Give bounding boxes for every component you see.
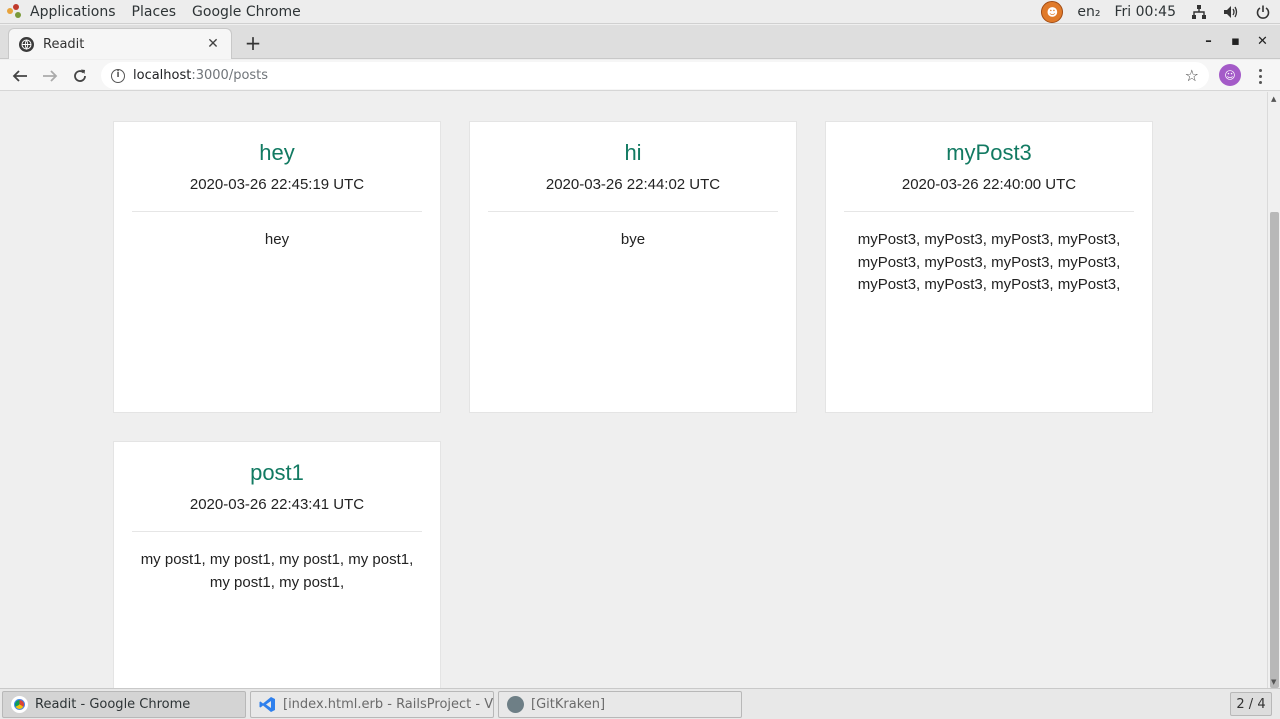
post-body: hey bbox=[264, 231, 290, 248]
workspace-switcher[interactable]: 2 / 4 bbox=[1230, 692, 1272, 716]
clock[interactable]: Fri 00:45 bbox=[1115, 4, 1176, 20]
post-divider bbox=[844, 211, 1134, 212]
post-date: 2020-03-26 22:43:41 UTC bbox=[189, 496, 365, 513]
scroll-down-icon[interactable]: ▼ bbox=[1271, 678, 1276, 686]
language-indicator[interactable]: en₂ bbox=[1077, 4, 1100, 20]
post-card: hey 2020-03-26 22:45:19 UTC hey bbox=[113, 121, 441, 413]
post-title[interactable]: myPost3 bbox=[826, 140, 1152, 166]
taskbar-label: [index.html.erb - RailsProject - Visual.… bbox=[283, 697, 493, 712]
power-icon[interactable] bbox=[1254, 3, 1272, 21]
reload-icon[interactable] bbox=[68, 64, 92, 88]
taskbar-item-vscode[interactable]: [index.html.erb - RailsProject - Visual.… bbox=[250, 691, 494, 718]
places-menu[interactable]: Places bbox=[124, 0, 185, 24]
forward-arrow-icon[interactable] bbox=[38, 64, 62, 88]
post-date: 2020-03-26 22:44:02 UTC bbox=[545, 176, 721, 193]
gnome-top-bar: Applications Places Google Chrome ☻ en₂ … bbox=[0, 0, 1280, 24]
favicon-globe-icon bbox=[19, 36, 34, 52]
applications-icon bbox=[6, 3, 24, 21]
post-date: 2020-03-26 22:40:00 UTC bbox=[901, 176, 1077, 193]
minimize-icon[interactable]: – bbox=[1195, 30, 1222, 52]
scrollbar-thumb[interactable] bbox=[1270, 212, 1279, 688]
post-body: bye bbox=[620, 231, 646, 248]
post-card: post1 2020-03-26 22:43:41 UTC my post1, … bbox=[113, 441, 441, 688]
tab-readit[interactable]: Readit ✕ bbox=[8, 28, 232, 59]
bookmark-star-icon[interactable]: ☆ bbox=[1185, 66, 1199, 85]
taskbar-label: Readit - Google Chrome bbox=[35, 697, 191, 712]
post-card: myPost3 2020-03-26 22:40:00 UTC myPost3,… bbox=[825, 121, 1153, 413]
post-card: hi 2020-03-26 22:44:02 UTC bye bbox=[469, 121, 797, 413]
taskbar-label: [GitKraken] bbox=[531, 697, 606, 712]
post-body: my post1, my post1, my post1, my post1, … bbox=[140, 551, 414, 591]
vscode-icon bbox=[259, 696, 276, 713]
post-divider bbox=[132, 211, 422, 212]
post-divider bbox=[488, 211, 778, 212]
volume-icon[interactable] bbox=[1222, 3, 1240, 21]
post-date: 2020-03-26 22:45:19 UTC bbox=[189, 176, 365, 193]
tab-title: Readit bbox=[43, 36, 85, 52]
address-bar[interactable]: i localhost:3000/posts ☆ bbox=[101, 62, 1209, 89]
post-title[interactable]: post1 bbox=[114, 460, 440, 486]
browser-toolbar: i localhost:3000/posts ☆ ☺ bbox=[0, 60, 1280, 91]
taskbar-item-gitkraken[interactable]: [GitKraken] bbox=[498, 691, 742, 718]
new-tab-button[interactable]: + bbox=[243, 33, 263, 53]
post-title[interactable]: hey bbox=[114, 140, 440, 166]
vertical-scrollbar[interactable]: ▲ ▼ bbox=[1267, 92, 1280, 688]
window-list-taskbar: Readit - Google Chrome [index.html.erb -… bbox=[0, 688, 1280, 719]
taskbar-item-chrome[interactable]: Readit - Google Chrome bbox=[2, 691, 246, 718]
url-host: localhost bbox=[133, 68, 192, 83]
applications-menu[interactable]: Applications bbox=[0, 0, 124, 24]
browser-tab-strip: Readit ✕ + bbox=[0, 25, 1280, 59]
back-arrow-icon[interactable] bbox=[8, 64, 32, 88]
chrome-icon bbox=[11, 696, 28, 713]
window-controls: – ▪ ✕ bbox=[1195, 30, 1276, 52]
profile-avatar-icon[interactable]: ☺ bbox=[1219, 64, 1241, 86]
page-viewport: hey 2020-03-26 22:45:19 UTC hey hi 2020-… bbox=[0, 92, 1267, 688]
url-path: :3000/posts bbox=[191, 68, 269, 83]
close-window-icon[interactable]: ✕ bbox=[1249, 30, 1276, 52]
active-app-menu[interactable]: Google Chrome bbox=[184, 0, 309, 24]
maximize-icon[interactable]: ▪ bbox=[1222, 30, 1249, 52]
network-icon[interactable] bbox=[1190, 3, 1208, 21]
site-info-icon[interactable]: i bbox=[111, 68, 125, 83]
chrome-menu-icon[interactable] bbox=[1250, 64, 1270, 88]
post-title[interactable]: hi bbox=[470, 140, 796, 166]
places-label: Places bbox=[131, 3, 177, 20]
post-body: myPost3, myPost3, myPost3, myPost3, myPo… bbox=[857, 231, 1121, 293]
applications-label: Applications bbox=[30, 3, 116, 20]
scroll-up-icon[interactable]: ▲ bbox=[1271, 95, 1276, 103]
tab-close-icon[interactable]: ✕ bbox=[205, 36, 221, 52]
active-app-label: Google Chrome bbox=[192, 3, 301, 20]
gitkraken-icon bbox=[507, 696, 524, 713]
post-divider bbox=[132, 531, 422, 532]
user-avatar-icon[interactable]: ☻ bbox=[1041, 1, 1064, 23]
